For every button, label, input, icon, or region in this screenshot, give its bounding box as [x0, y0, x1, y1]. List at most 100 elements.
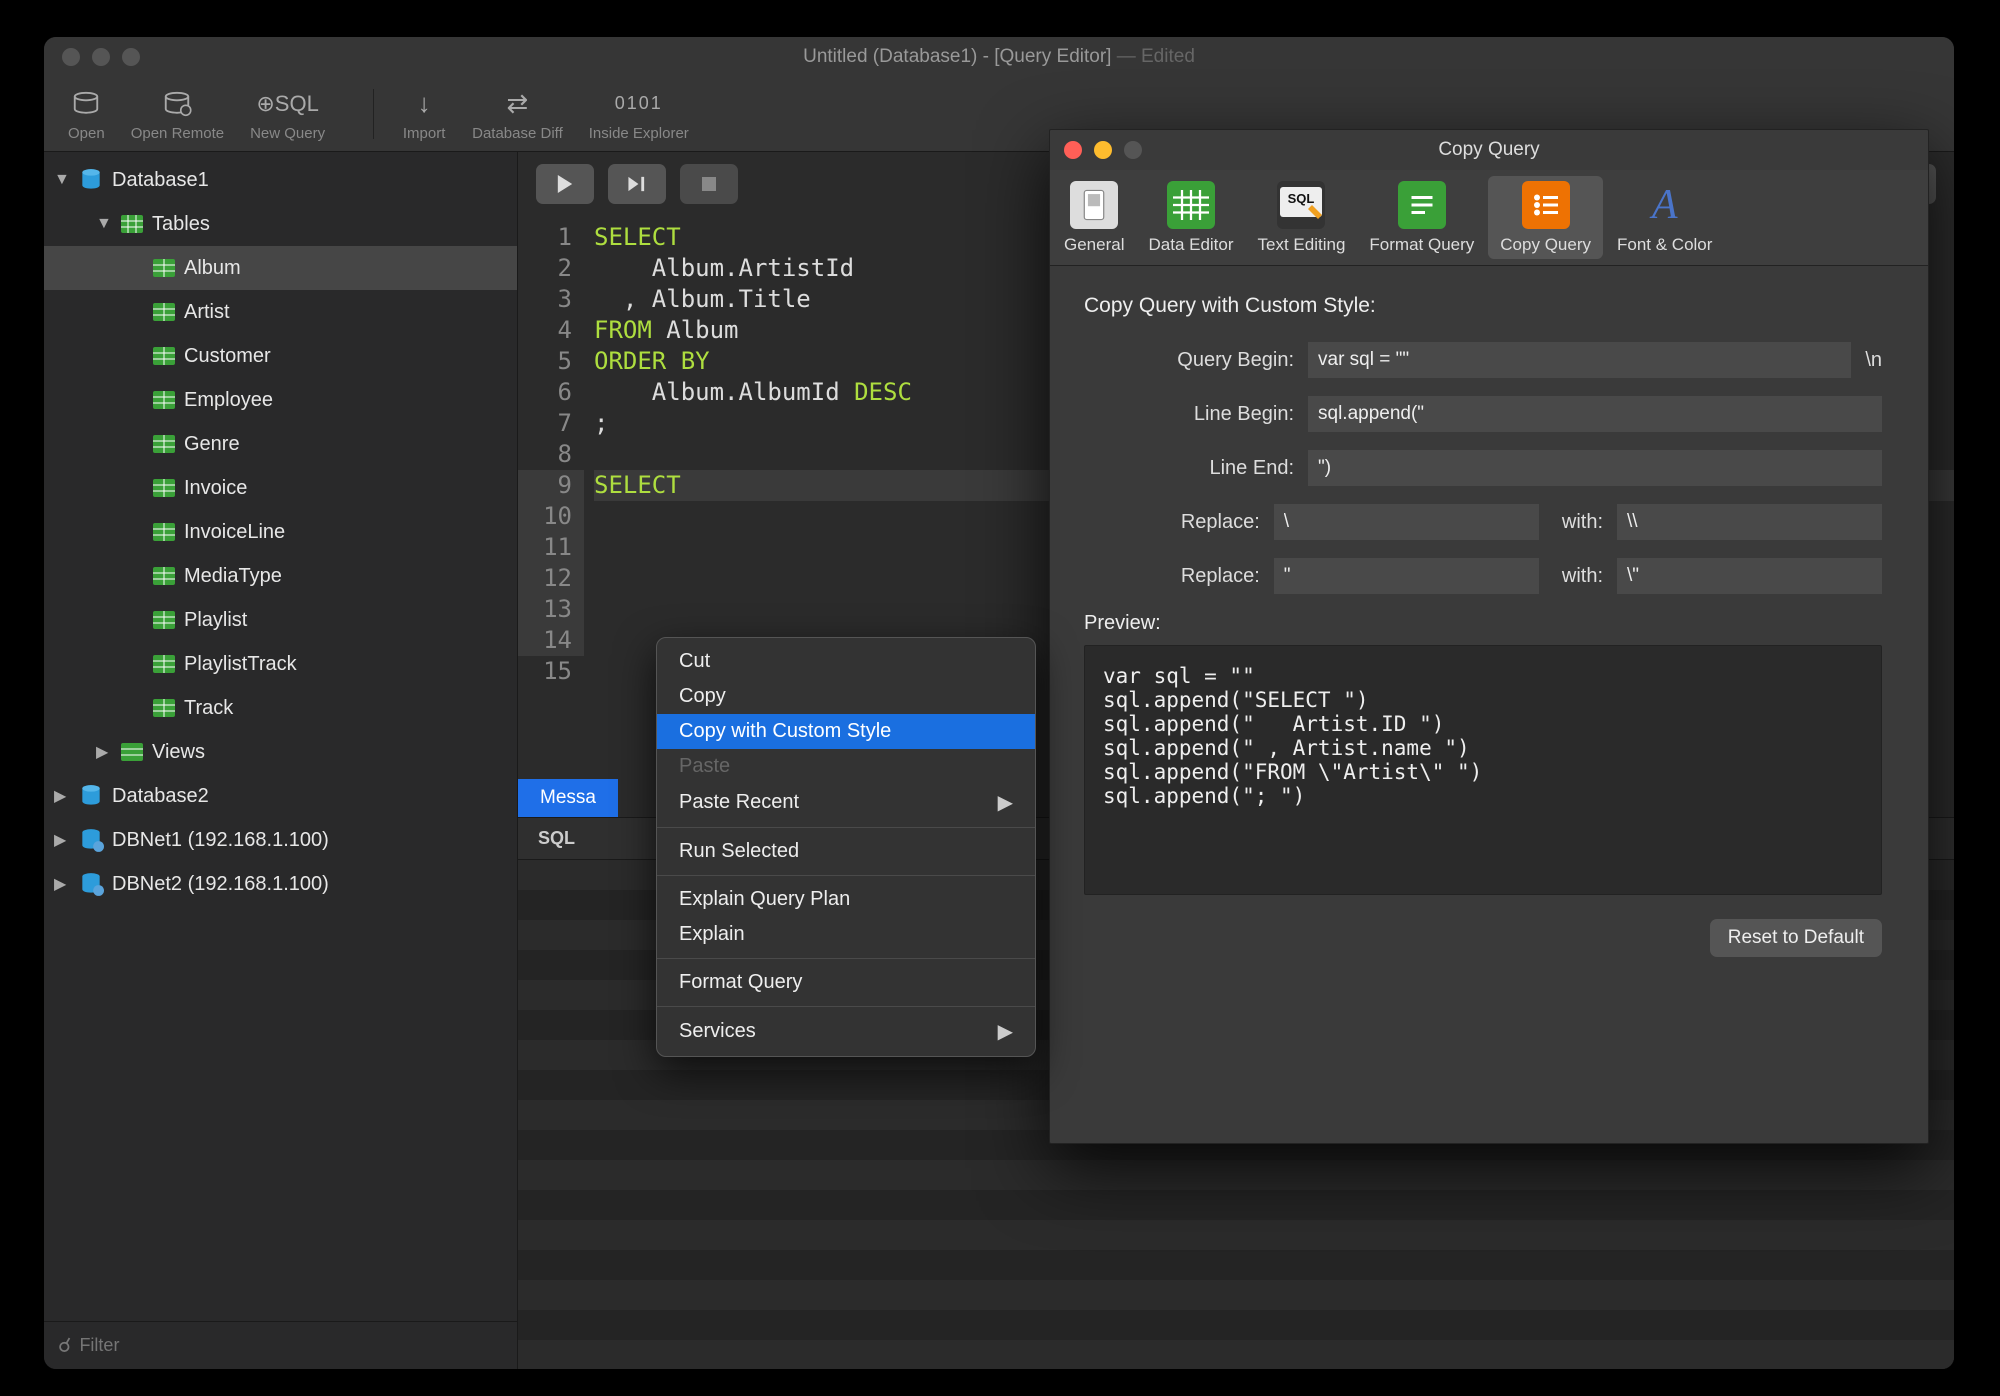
tree-table-playlist[interactable]: Playlist [44, 598, 517, 642]
minimize-dot[interactable] [1094, 141, 1112, 159]
ctx-run-selected[interactable]: Run Selected [657, 834, 1035, 869]
chevron-down-icon[interactable]: ▼ [96, 215, 112, 233]
ctx-paste-recent[interactable]: Paste Recent▶ [657, 784, 1035, 821]
new-query-button[interactable]: ⊕SQL New Query [242, 87, 333, 142]
tree-net1[interactable]: ▶ DBNet1 (192.168.1.100) [44, 818, 517, 862]
chevron-right-icon[interactable]: ▶ [54, 874, 70, 894]
chevron-right-icon: ▶ [998, 1019, 1013, 1044]
minimize-dot[interactable] [92, 48, 110, 66]
table-icon [152, 345, 176, 367]
line-gutter: 123456789101112131415 [518, 216, 584, 776]
tree-db2[interactable]: ▶ Database2 [44, 774, 517, 818]
tree-table-mediatype[interactable]: MediaType [44, 554, 517, 598]
input-replace-2b[interactable] [1617, 558, 1882, 594]
tree-table-customer[interactable]: Customer [44, 334, 517, 378]
panel-body: Copy Query with Custom Style: Query Begi… [1050, 266, 1928, 1143]
table-icon [152, 257, 176, 279]
database-remote-icon [78, 871, 104, 897]
database-icon [71, 87, 101, 121]
close-dot[interactable] [62, 48, 80, 66]
close-dot[interactable] [1064, 141, 1082, 159]
tree-net2[interactable]: ▶ DBNet2 (192.168.1.100) [44, 862, 517, 906]
table-icon [152, 433, 176, 455]
table-icon [152, 521, 176, 543]
tree-table-playlisttrack[interactable]: PlaylistTrack [44, 642, 517, 686]
tree-table-track[interactable]: Track [44, 686, 517, 730]
ptab-data-editor[interactable]: Data Editor [1136, 170, 1245, 265]
input-query-begin[interactable] [1308, 342, 1851, 378]
ptab-font-color[interactable]: A Font & Color [1605, 170, 1724, 265]
sql-edit-icon: SQL [1277, 181, 1325, 229]
database-icon [78, 167, 104, 193]
input-replace-1a[interactable] [1274, 504, 1539, 540]
open-button[interactable]: Open [60, 87, 113, 142]
chevron-right-icon: ▶ [998, 790, 1013, 815]
database-diff-button[interactable]: ⇄ Database Diff [464, 87, 571, 142]
filter-bar[interactable]: ☌ [44, 1321, 517, 1369]
tab-messages[interactable]: Messa [518, 779, 618, 817]
ptab-general[interactable]: General [1052, 170, 1136, 265]
database-remote-icon [78, 827, 104, 853]
tree-table-artist[interactable]: Artist [44, 290, 517, 334]
chevron-right-icon[interactable]: ▶ [54, 786, 70, 806]
ptab-format-query[interactable]: Format Query [1357, 170, 1486, 265]
run-step-button[interactable] [608, 164, 666, 204]
ptab-text-editing[interactable]: SQL Text Editing [1246, 170, 1358, 265]
format-icon [1398, 181, 1446, 229]
table-icon [152, 609, 176, 631]
label-line-end: Line End: [1084, 457, 1294, 480]
ctx-copy-custom-style[interactable]: Copy with Custom Style [657, 714, 1035, 749]
chevron-right-icon[interactable]: ▶ [54, 830, 70, 850]
tree-table-album[interactable]: Album [44, 246, 517, 290]
table-icon [152, 389, 176, 411]
table-icon [152, 697, 176, 719]
section-heading: Copy Query with Custom Style: [1084, 294, 1882, 318]
inside-explorer-button[interactable]: 0101 Inside Explorer [581, 87, 697, 142]
tree-views[interactable]: ▶ Views [44, 730, 517, 774]
panel-titlebar: Copy Query [1050, 130, 1928, 170]
switch-icon [1070, 181, 1118, 229]
database-icon [78, 783, 104, 809]
input-replace-1b[interactable] [1617, 504, 1882, 540]
ctx-explain-query-plan[interactable]: Explain Query Plan [657, 882, 1035, 917]
panel-traffic-lights[interactable] [1064, 141, 1142, 159]
ctx-cut[interactable]: Cut [657, 644, 1035, 679]
filter-input[interactable] [79, 1335, 503, 1356]
search-icon: ☌ [58, 1333, 71, 1358]
input-replace-2a[interactable] [1274, 558, 1539, 594]
ctx-format-query[interactable]: Format Query [657, 965, 1035, 1000]
tree-table-invoiceline[interactable]: InvoiceLine [44, 510, 517, 554]
ptab-copy-query[interactable]: Copy Query [1488, 176, 1603, 259]
tree-db1[interactable]: ▼ Database1 [44, 158, 517, 202]
input-line-begin[interactable] [1308, 396, 1882, 432]
tree-table-genre[interactable]: Genre [44, 422, 517, 466]
stop-button[interactable] [680, 164, 738, 204]
chevron-right-icon[interactable]: ▶ [96, 742, 112, 762]
label-query-begin: Query Begin: [1084, 349, 1294, 372]
binary-icon: 0101 [615, 87, 663, 121]
context-menu: Cut Copy Copy with Custom Style Paste Pa… [656, 637, 1036, 1057]
tree-table-employee[interactable]: Employee [44, 378, 517, 422]
tree-tables[interactable]: ▼ Tables [44, 202, 517, 246]
list-icon [1522, 181, 1570, 229]
import-button[interactable]: ↓ Import [394, 87, 454, 142]
traffic-lights[interactable] [62, 48, 140, 66]
tree-table-invoice[interactable]: Invoice [44, 466, 517, 510]
ctx-copy[interactable]: Copy [657, 679, 1035, 714]
open-remote-button[interactable]: Open Remote [123, 87, 232, 142]
panel-title: Copy Query [1050, 139, 1928, 161]
zoom-dot[interactable] [1124, 141, 1142, 159]
ctx-services[interactable]: Services▶ [657, 1013, 1035, 1050]
zoom-dot[interactable] [122, 48, 140, 66]
diff-icon: ⇄ [507, 87, 529, 121]
chevron-down-icon[interactable]: ▼ [54, 171, 70, 189]
table-icon [152, 565, 176, 587]
reset-to-default-button[interactable]: Reset to Default [1710, 919, 1882, 957]
database-tree[interactable]: ▼ Database1 ▼ Tables AlbumArtistCustomer… [44, 152, 517, 1321]
run-button[interactable] [536, 164, 594, 204]
ctx-paste: Paste [657, 749, 1035, 784]
ctx-explain[interactable]: Explain [657, 917, 1035, 952]
label-line-begin: Line Begin: [1084, 403, 1294, 426]
input-line-end[interactable] [1308, 450, 1882, 486]
database-remote-icon [162, 87, 192, 121]
